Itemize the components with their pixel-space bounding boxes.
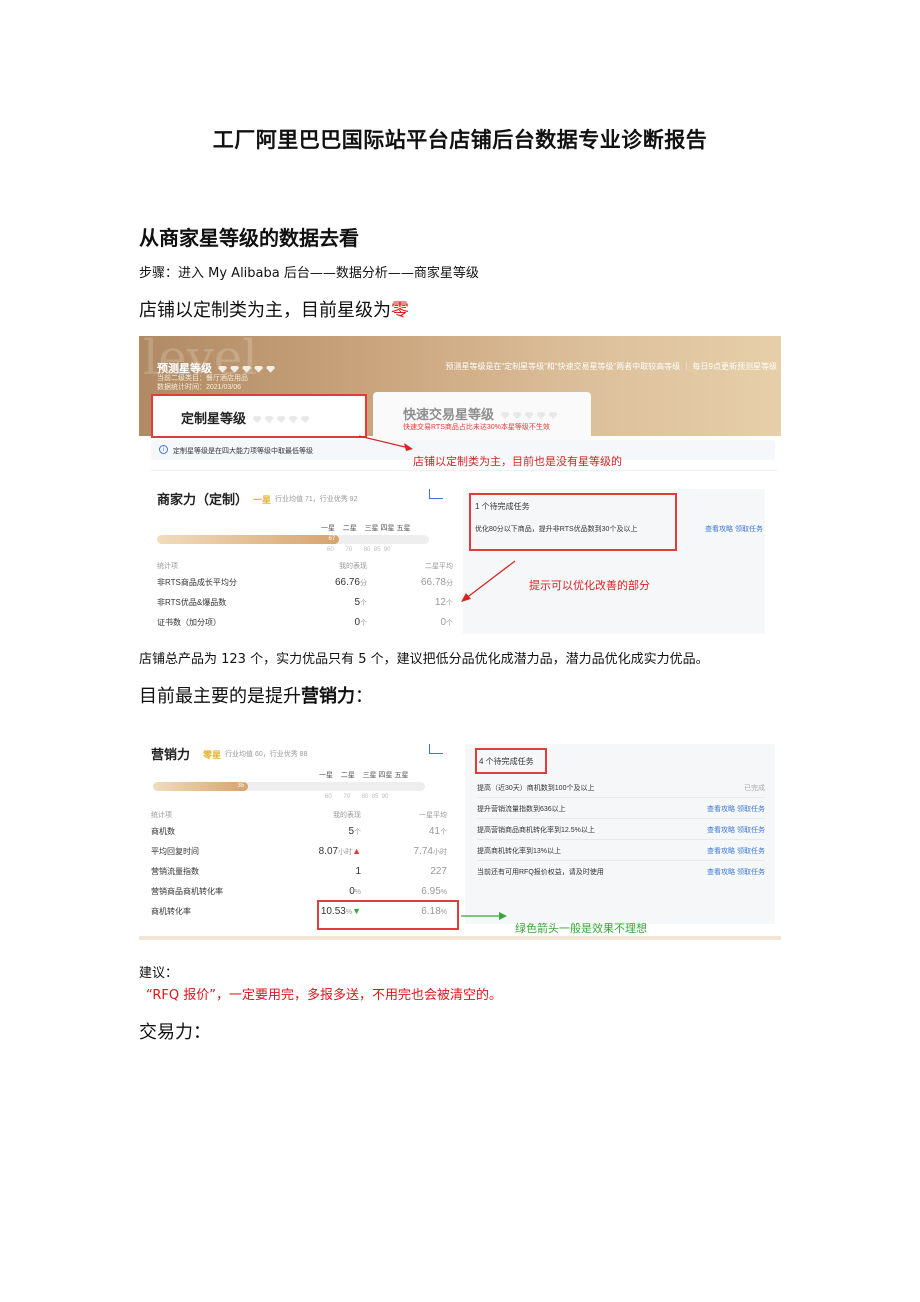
task-action-link[interactable]: 查看攻略 领取任务 [705, 524, 763, 534]
panel-industry-avg: 行业均值 71，行业优秀 92 [275, 496, 358, 503]
diamond-icon [288, 416, 298, 424]
diamond-icon [500, 412, 510, 420]
statement-text: 店铺以定制类为主，目前星级为 [139, 300, 391, 321]
trend-chart-icon[interactable] [429, 489, 443, 499]
score-value: 67 [328, 536, 336, 542]
score-progress-bar: 67 [157, 535, 429, 544]
trend-chart-icon[interactable] [429, 744, 443, 754]
section-heading: 从商家星等级的数据去看 [139, 226, 359, 250]
marketing-power-screenshot: 营销力 零星 行业均值 60，行业优秀 88 一星 二星 三星 四星 五星 35… [139, 726, 781, 940]
panel-title: 商家力（定制） [157, 492, 249, 507]
info-text: 定制星等级是在四大能力项等级中取最低等级 [173, 448, 313, 455]
diamond-icon [254, 365, 264, 373]
panel-star: 零星 [203, 750, 222, 760]
diamond-icon [230, 365, 240, 373]
panel-star: 一星 [253, 495, 272, 505]
task-item: 当前还有可用RFQ报价权益，请及时使用 查看攻略 领取任务 [477, 867, 765, 877]
tab-label: 定制星等级 [181, 411, 247, 426]
diamond-icon [218, 365, 228, 373]
task-panel: 4 个待完成任务 提高（近30天）商机数到100个及以上 已完成 提升营销流量指数… [465, 744, 775, 924]
advice-label: 建议： [139, 966, 179, 981]
diamond-icon [536, 412, 546, 420]
diamond-icon [266, 365, 276, 373]
step-text: 步骤：进入 My Alibaba 后台——数据分析——商家星等级 [139, 266, 479, 281]
diamond-icon [252, 416, 262, 424]
diamond-icon [276, 416, 286, 424]
diamond-icon [264, 416, 274, 424]
table-row: 营销流量指数 1 227 [151, 866, 447, 877]
banner-note: 预测星等级是在“定制星等级”和“快速交易星等级”两者中取较高等级 ｜ 每日9点更… [445, 362, 777, 371]
annotation-arrow [461, 912, 507, 920]
trade-power-heading: 交易力： [139, 1022, 211, 1043]
table-row: 商机数 5个 41个 [151, 826, 447, 837]
level-labels: 一星 二星 三星 四星 五星 [319, 772, 409, 779]
task-action-link[interactable]: 查看攻略 领取任务 [707, 825, 765, 835]
star-level-statement: 店铺以定制类为主，目前星级为零 [139, 296, 409, 322]
task-count: 4 个待完成任务 [479, 757, 534, 766]
task-action-link[interactable]: 查看攻略 领取任务 [707, 846, 765, 856]
score-ticks: 60 70 80 85 90 [327, 547, 391, 553]
diamond-icon [300, 416, 310, 424]
score-progress-bar: 35 [153, 782, 425, 791]
score-progress-fill: 35 [153, 782, 249, 791]
task-action-link[interactable]: 查看攻略 领取任务 [707, 804, 765, 814]
diamond-icon [512, 412, 522, 420]
marketing-emphasis: 营销力 [301, 686, 355, 707]
annotation-green: 绿色箭头一般是效果不理想 [515, 922, 647, 935]
table-row: 证书数（加分项） 0个 0个 [157, 617, 453, 628]
task-item: 优化80分以下商品，提升非RTS优品数到30个及以上 查看攻略 领取任务 [475, 524, 763, 534]
annotation-top: 店铺以定制类为主，目前也是没有星等级的 [413, 455, 622, 468]
statement-emphasis: 零 [391, 300, 409, 321]
star-level-screenshot: level 预测星等级 当前二级类目：餐厅酒店用品 数据统计时间：2021/03… [139, 336, 781, 634]
level-labels: 一星 二星 三星 四星 五星 [321, 525, 411, 532]
banner-date: 数据统计时间：2021/03/06 [157, 384, 242, 391]
task-status: 已完成 [744, 785, 765, 792]
diamond-icon [548, 412, 558, 420]
table-row: 平均回复时间 8.07小时▲ 7.74小时 [151, 846, 447, 857]
panel-title: 营销力 [151, 747, 191, 762]
marketing-statement: 目前最主要的是提升营销力： [139, 686, 373, 707]
table-header: 统计项 我的表现 一星平均 [151, 812, 447, 819]
advice-text: “RFQ 报价”，一定要用完，多报多送，不用完也会被清空的。 [146, 988, 502, 1003]
panel-left: 商家力（定制） 一星 行业均值 71，行业优秀 92 一星 二星 三星 四星 五… [157, 481, 457, 631]
merchant-power-panel: 商家力（定制） 一星 行业均值 71，行业优秀 92 一星 二星 三星 四星 五… [151, 470, 777, 634]
score-value: 35 [237, 783, 245, 789]
task-item: 提高（近30天）商机数到100个及以上 已完成 [477, 778, 765, 798]
tab-label: 快速交易星等级 [403, 407, 495, 422]
arrow-up-icon: ▲ [352, 846, 361, 856]
task-action-link[interactable]: 查看攻略 领取任务 [707, 867, 765, 877]
table-row: 非RTS优品&爆品数 5个 12个 [157, 597, 453, 608]
annotation-arrow [358, 435, 413, 451]
info-icon: i [159, 445, 168, 454]
score-progress-fill: 67 [157, 535, 340, 544]
conversion-highlight [317, 900, 459, 930]
task-item: 提高营销商品商机转化率到12.5%以上 查看攻略 领取任务 [477, 820, 765, 840]
table-header: 统计项 我的表现 二星平均 [157, 563, 453, 570]
score-ticks: 60 70 80 85 90 [325, 794, 389, 800]
diamond-icon [524, 412, 534, 420]
task-item: 提升营销流量指数到636以上 查看攻略 领取任务 [477, 799, 765, 819]
panel-left: 营销力 零星 行业均值 60，行业优秀 88 一星 二星 三星 四星 五星 35… [151, 736, 459, 936]
panel-industry-avg: 行业均值 60，行业优秀 88 [225, 751, 308, 758]
task-count: 1 个待完成任务 [475, 502, 530, 511]
tab-custom-star[interactable]: 定制星等级 [151, 394, 367, 438]
task-item: 提高商机转化率到13%以上 查看攻略 领取任务 [477, 841, 765, 861]
annotation-arrow [461, 560, 516, 602]
product-advice: 店铺总产品为 123 个，实力优品只有 5 个，建议把低分品优化成潜力品，潜力品… [139, 652, 709, 667]
table-row: 非RTS商品成长平均分 66.76分 66.78分 [157, 577, 453, 588]
table-row: 营销商品商机转化率 0% 6.95% [151, 886, 447, 897]
document-title: 工厂阿里巴巴国际站平台店铺后台数据专业诊断报告 [212, 128, 708, 152]
tab-quick-trade-star[interactable]: 快速交易星等级 快速交易RTS商品占比未达30%本星等级不生效 [373, 392, 591, 440]
diamond-icon [242, 365, 252, 373]
annotation-bottom: 提示可以优化改善的部分 [529, 579, 650, 592]
tab-note: 快速交易RTS商品占比未达30%本星等级不生效 [403, 424, 550, 431]
